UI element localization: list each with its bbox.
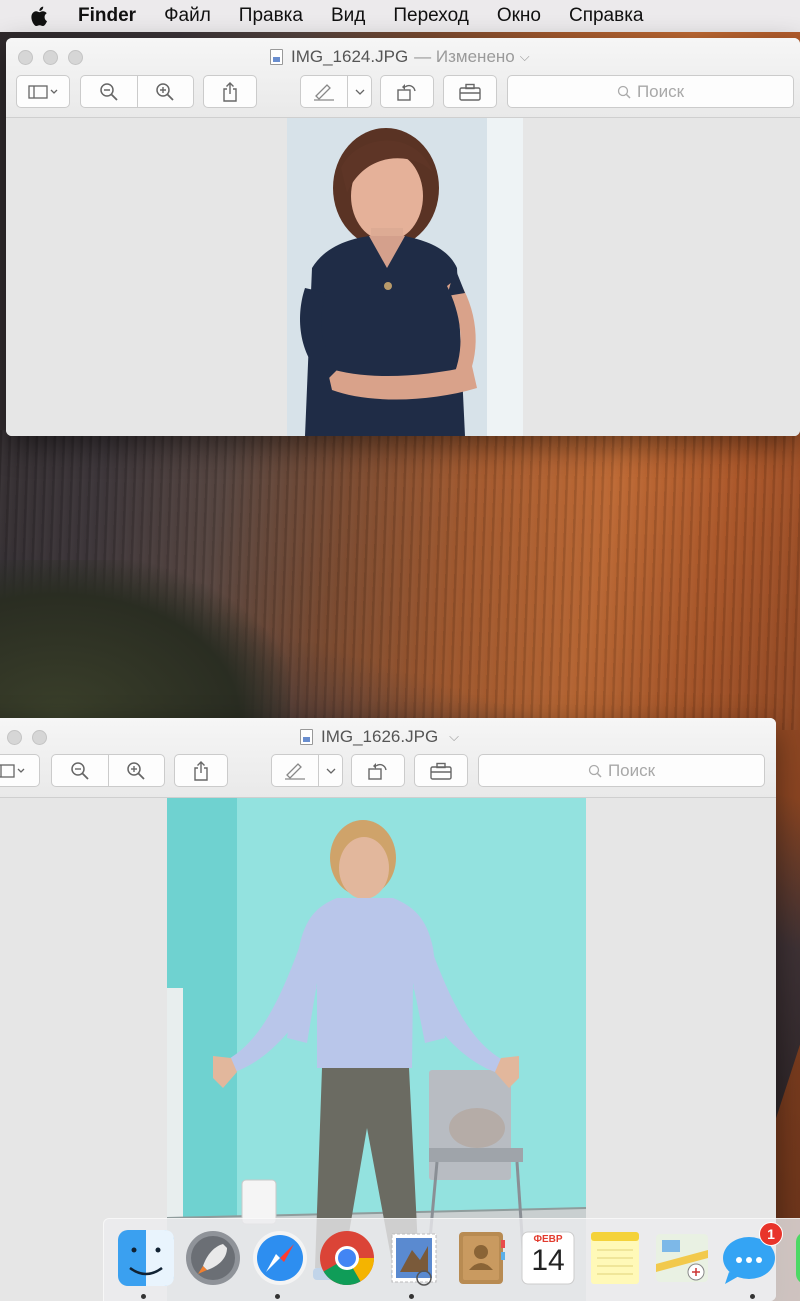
dock-notes[interactable]	[585, 1228, 645, 1288]
zoom-in-icon	[127, 761, 145, 780]
chevron-down-icon	[355, 89, 364, 95]
finder-icon	[118, 1230, 174, 1286]
share-button[interactable]	[203, 75, 257, 108]
rotate-icon	[397, 83, 416, 101]
share-button[interactable]	[174, 754, 228, 787]
window-controls	[0, 730, 47, 745]
dock: ФЕВР 14 1	[103, 1218, 800, 1301]
safari-compass-icon	[253, 1231, 307, 1285]
zoom-button[interactable]	[32, 730, 47, 745]
chevron-down-icon	[326, 768, 335, 774]
window-title-filename: IMG_1626.JPG	[321, 727, 439, 746]
portrait-photo-content	[287, 118, 523, 436]
portrait-photo	[287, 118, 523, 436]
share-icon	[223, 81, 237, 102]
markup-button[interactable]	[272, 755, 318, 786]
zoom-button-group	[51, 754, 165, 787]
mail-stamp-icon	[391, 1233, 437, 1286]
markup-button-group	[300, 75, 372, 108]
sidebar-toggle-button[interactable]	[16, 75, 70, 108]
chevron-down-icon[interactable]: ⌵	[520, 49, 530, 65]
calendar-day: 14	[531, 1244, 565, 1277]
dock-calendar[interactable]: ФЕВР 14	[518, 1228, 578, 1288]
launchpad-rocket-icon	[186, 1231, 240, 1285]
menu-app-name[interactable]: Finder	[78, 5, 136, 27]
markup-pen-icon	[314, 83, 334, 101]
minimize-button[interactable]	[43, 50, 58, 65]
window-title-filename: IMG_1624.JPG	[291, 47, 409, 66]
menu-help[interactable]: Справка	[569, 5, 644, 27]
chrome-icon	[320, 1231, 374, 1286]
apple-logo-icon[interactable]	[28, 5, 50, 27]
menu-edit[interactable]: Правка	[239, 5, 303, 27]
search-field[interactable]: Поиск	[478, 754, 765, 787]
search-icon	[588, 764, 602, 778]
menu-file[interactable]: Файл	[164, 5, 211, 27]
window-title[interactable]: IMG_1626.JPG ⌵	[300, 727, 459, 747]
running-indicator	[409, 1294, 414, 1299]
rotate-button[interactable]	[351, 754, 405, 787]
menu-window[interactable]: Окно	[497, 5, 541, 27]
zoom-out-icon	[71, 761, 89, 780]
search-placeholder: Поиск	[607, 760, 656, 780]
markup-menu-button[interactable]	[319, 755, 342, 786]
dock-messages[interactable]: 1	[719, 1222, 783, 1288]
toolbox-button[interactable]	[414, 754, 468, 787]
running-indicator	[275, 1294, 280, 1299]
markup-button-group	[271, 754, 343, 787]
menu-view[interactable]: Вид	[331, 5, 365, 27]
menu-go[interactable]: Переход	[393, 5, 468, 27]
rotate-icon	[368, 762, 387, 780]
notification-badge: 1	[759, 1222, 783, 1246]
toolbox-button[interactable]	[443, 75, 497, 108]
window-title-status: — Изменено	[414, 47, 515, 66]
zoom-button-group	[80, 75, 194, 108]
sidebar-icon	[28, 84, 58, 99]
zoom-out-icon	[100, 82, 118, 101]
sidebar-toggle-button[interactable]	[0, 754, 40, 787]
dock-finder[interactable]	[116, 1228, 176, 1288]
search-placeholder: Поиск	[636, 81, 685, 101]
dock-mail[interactable]	[384, 1228, 444, 1288]
rotate-button[interactable]	[380, 75, 434, 108]
zoom-out-button[interactable]	[81, 76, 137, 107]
preview-window-2: IMG_1626.JPG ⌵ Поиск	[0, 718, 776, 1301]
document-icon	[270, 49, 283, 65]
markup-pen-icon	[285, 762, 305, 780]
dock-launchpad[interactable]	[183, 1228, 243, 1288]
dock-maps[interactable]	[652, 1228, 712, 1288]
window-title[interactable]: IMG_1624.JPG — Изменено ⌵	[270, 47, 530, 67]
dock-safari[interactable]	[250, 1228, 310, 1288]
running-indicator	[141, 1294, 146, 1299]
minimize-button[interactable]	[7, 730, 22, 745]
document-icon	[300, 729, 313, 745]
zoom-out-button[interactable]	[52, 755, 108, 786]
search-icon	[617, 85, 631, 99]
facetime-icon	[796, 1234, 800, 1282]
window-controls	[18, 50, 83, 65]
menu-bar: Finder Файл Правка Вид Переход Окно Спра…	[0, 0, 800, 32]
contacts-book-icon	[459, 1232, 505, 1284]
preview-window-1: IMG_1624.JPG — Изменено ⌵ Поиск	[6, 38, 800, 436]
toolbox-icon	[430, 762, 452, 780]
dock-facetime[interactable]	[792, 1228, 800, 1288]
chevron-down-icon[interactable]: ⌵	[449, 729, 459, 745]
zoom-button[interactable]	[68, 50, 83, 65]
running-indicator	[750, 1294, 755, 1299]
search-field[interactable]: Поиск	[507, 75, 794, 108]
close-button[interactable]	[18, 50, 33, 65]
dock-chrome[interactable]	[317, 1228, 377, 1288]
zoom-in-button[interactable]	[138, 76, 194, 107]
dock-contacts[interactable]	[451, 1228, 511, 1288]
maps-icon	[656, 1234, 708, 1282]
toolbox-icon	[459, 83, 481, 101]
image-canvas	[6, 118, 800, 436]
markup-button[interactable]	[301, 76, 347, 107]
zoom-in-icon	[156, 82, 174, 101]
markup-menu-button[interactable]	[348, 76, 371, 107]
notes-icon	[591, 1232, 639, 1284]
share-icon	[194, 760, 208, 781]
zoom-in-button[interactable]	[109, 755, 165, 786]
sidebar-icon	[0, 763, 25, 778]
